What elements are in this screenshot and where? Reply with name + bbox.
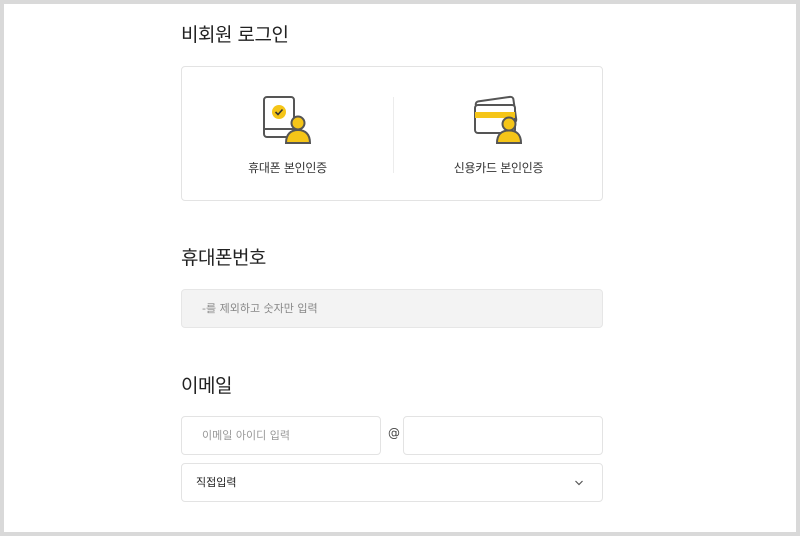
card-auth-button[interactable]: 신용카드 본인인증: [393, 67, 604, 200]
email-domain-select[interactable]: 직접입력: [181, 463, 603, 502]
email-id-input[interactable]: 이메일 아이디 입력: [181, 416, 381, 455]
auth-method-box: 휴대폰 본인인증 신용카드 본인인증: [181, 66, 603, 201]
email-title: 이메일: [181, 375, 232, 397]
phone-auth-label: 휴대폰 본인인증: [248, 161, 327, 175]
email-domain-input[interactable]: [403, 416, 603, 455]
phone-number-title: 휴대폰번호: [181, 247, 266, 269]
email-domain-select-value: 직접입력: [196, 476, 237, 489]
phone-auth-button[interactable]: 휴대폰 본인인증: [182, 67, 393, 200]
chevron-down-icon: [575, 480, 583, 486]
guest-login-title: 비회원 로그인: [181, 24, 289, 46]
card-auth-label: 신용카드 본인인증: [453, 161, 544, 175]
phone-user-check-icon: [262, 96, 311, 144]
credit-card-user-icon: [473, 95, 522, 144]
at-sign: @: [388, 426, 400, 440]
phone-number-input[interactable]: -를 제외하고 숫자만 입력: [181, 289, 603, 328]
